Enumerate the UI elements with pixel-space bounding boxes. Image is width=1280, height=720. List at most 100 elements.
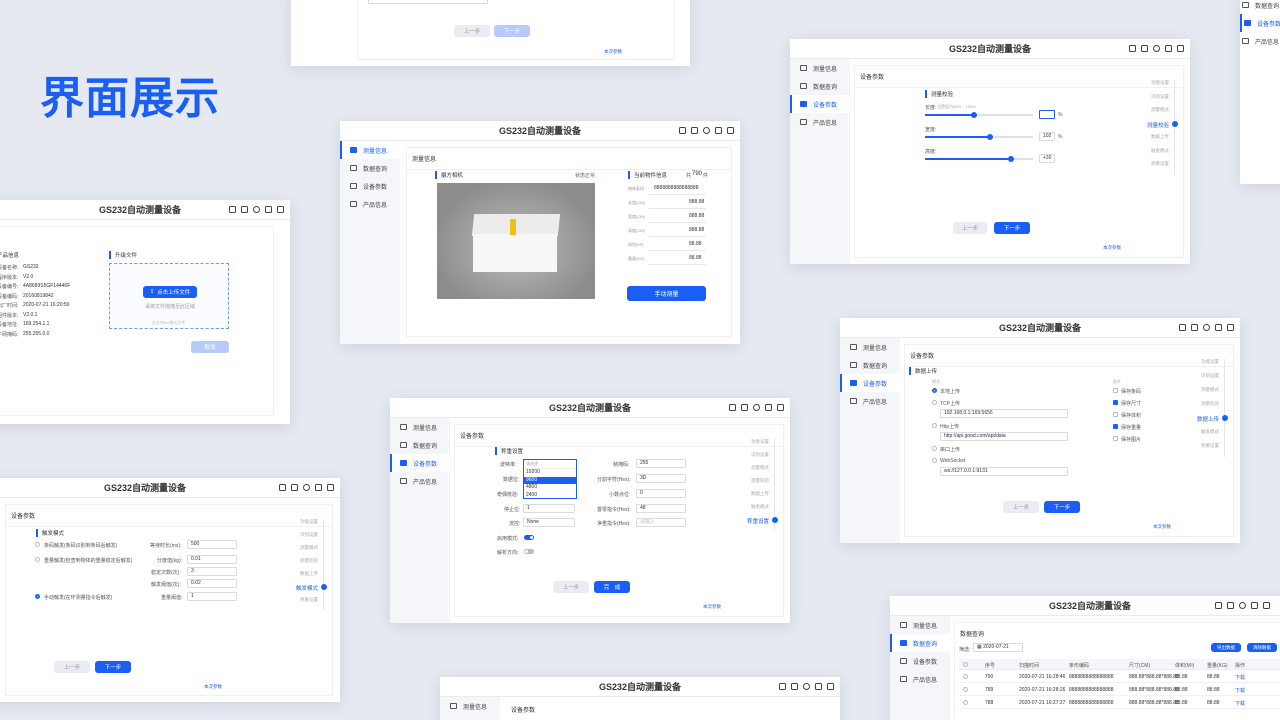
step-item[interactable]: 数据上传 <box>1197 415 1219 423</box>
document-icon[interactable] <box>229 206 236 213</box>
exit-icon[interactable] <box>777 404 784 411</box>
nav-query[interactable]: 数据查询 <box>390 436 450 454</box>
nav-params[interactable]: 设备参数 <box>340 177 400 195</box>
home-icon[interactable] <box>791 683 798 690</box>
upload-dropzone[interactable]: ⇪ 点击上传文件 请将文件拖拽至此区域 仅支持bin格式文件 <box>109 263 229 329</box>
gear-icon[interactable] <box>703 127 710 134</box>
prev-button[interactable]: 上一步 <box>454 25 490 37</box>
home-icon[interactable] <box>691 127 698 134</box>
document-icon[interactable] <box>679 127 686 134</box>
fullscreen-icon[interactable] <box>265 206 272 213</box>
nav-product[interactable]: 产品信息 <box>790 113 850 131</box>
nav-product[interactable]: 产品信息 <box>840 392 900 410</box>
flow-select[interactable]: None <box>523 518 575 527</box>
document-icon[interactable] <box>779 683 786 690</box>
nav-params[interactable]: 设备参数 <box>1240 14 1280 32</box>
slider-handle[interactable] <box>1008 156 1015 162</box>
manual-link[interactable]: 本次参数 <box>1153 524 1171 530</box>
exit-icon[interactable] <box>727 127 734 134</box>
step-item[interactable]: 触发模式 <box>1201 429 1219 435</box>
nav-measure[interactable]: 测量信息 <box>390 418 450 436</box>
option-checkbox[interactable] <box>1113 412 1118 417</box>
download-link[interactable]: 下载 <box>1235 687 1245 694</box>
step-item[interactable]: 测量校验 <box>1147 121 1169 129</box>
fullscreen-icon[interactable] <box>315 484 322 491</box>
serial-radio[interactable] <box>932 446 937 451</box>
width-slider[interactable] <box>925 134 1033 140</box>
manual-link[interactable]: 本次参数 <box>604 49 622 55</box>
step-item[interactable]: 测量模式 <box>300 545 318 551</box>
sep-input[interactable]: 3D <box>636 474 686 483</box>
parse-toggle[interactable] <box>524 549 534 554</box>
tcp-input[interactable]: 192.168.0.1:169:5656 <box>940 409 1068 418</box>
baud-dropdown[interactable]: 请选择 19200 9600 4800 2400 <box>523 459 577 499</box>
date-picker[interactable]: ▦ 2020-07-21 <box>973 643 1023 652</box>
document-icon[interactable] <box>1179 324 1186 331</box>
option-checkbox[interactable] <box>1113 436 1118 441</box>
step-item[interactable]: 数据上传 <box>1151 134 1169 140</box>
weight-threshold-input[interactable]: 1 <box>187 592 237 601</box>
step-item[interactable]: 数据上传 <box>300 571 318 577</box>
option-checkbox[interactable] <box>1113 388 1118 393</box>
home-icon[interactable] <box>1141 45 1148 52</box>
step-item[interactable]: 功能设置 <box>1201 359 1219 365</box>
fullscreen-icon[interactable] <box>715 127 722 134</box>
fullscreen-icon[interactable] <box>1215 324 1222 331</box>
decimal-input[interactable]: 0 <box>636 489 686 498</box>
nav-query[interactable]: 数据查询 <box>1240 0 1280 14</box>
step-item[interactable]: 测量模式 <box>1201 387 1219 393</box>
step-item[interactable]: 识别设置 <box>1201 373 1219 379</box>
prev-button[interactable]: 上一步 <box>553 581 589 593</box>
gear-icon[interactable] <box>253 206 260 213</box>
exit-icon[interactable] <box>277 206 284 213</box>
home-icon[interactable] <box>1191 324 1198 331</box>
step-item[interactable]: 称重设置 <box>1201 443 1219 449</box>
slider-handle[interactable] <box>986 134 993 140</box>
nav-params[interactable]: 设备参数 <box>890 652 950 670</box>
step-item[interactable]: 测量模式 <box>1151 107 1169 113</box>
nav-params[interactable]: 设备参数 <box>390 454 450 472</box>
http-radio[interactable] <box>932 423 937 428</box>
step-item[interactable]: 识别设置 <box>751 452 769 458</box>
nav-query[interactable]: 数据查询 <box>840 356 900 374</box>
http-input[interactable]: http://api.good.com/api/data <box>940 432 1068 441</box>
slider-handle[interactable] <box>970 112 977 118</box>
input-field[interactable] <box>368 0 488 4</box>
wait-input[interactable]: 500 <box>187 540 237 549</box>
nav-measure[interactable]: 测量信息 <box>840 338 900 356</box>
stopbits-select[interactable]: 1 <box>523 504 575 513</box>
zero-input[interactable]: 48 <box>636 504 686 513</box>
next-button[interactable]: 下一步 <box>994 222 1030 234</box>
step-item[interactable]: 触发模式 <box>1151 148 1169 154</box>
nav-product[interactable]: 产品信息 <box>1240 32 1280 50</box>
fullscreen-icon[interactable] <box>1165 45 1172 52</box>
step-item[interactable]: 触发模式 <box>751 504 769 510</box>
exit-icon[interactable] <box>1227 324 1234 331</box>
step-item[interactable]: 测量校验 <box>1201 401 1219 407</box>
nav-product[interactable]: 产品信息 <box>340 195 400 213</box>
document-icon[interactable] <box>1129 45 1136 52</box>
baud-option[interactable]: 19200 <box>524 469 576 477</box>
exit-icon[interactable] <box>1263 602 1270 609</box>
nav-product[interactable]: 产品信息 <box>390 472 450 490</box>
gear-icon[interactable] <box>1153 45 1160 52</box>
step-item[interactable]: 识别设置 <box>300 532 318 538</box>
download-link[interactable]: 下载 <box>1235 700 1245 707</box>
option-checkbox[interactable] <box>1113 424 1118 429</box>
cancel-button[interactable]: 取消 <box>191 341 229 353</box>
manual-trigger-radio[interactable] <box>35 594 40 599</box>
prev-button[interactable]: 上一步 <box>1003 501 1039 513</box>
next-button[interactable]: 下一步 <box>494 25 530 37</box>
select-all-radio[interactable] <box>963 662 968 667</box>
fullscreen-icon[interactable] <box>1251 602 1258 609</box>
exit-icon[interactable] <box>827 683 834 690</box>
step-item[interactable]: 触发模式 <box>296 584 318 592</box>
document-icon[interactable] <box>279 484 286 491</box>
barcode-trigger-radio[interactable] <box>35 542 40 547</box>
tcp-radio[interactable] <box>932 400 937 405</box>
height-slider[interactable] <box>925 156 1033 162</box>
gear-icon[interactable] <box>1239 602 1246 609</box>
exit-icon[interactable] <box>1177 45 1184 52</box>
next-button[interactable]: 下一步 <box>1044 501 1080 513</box>
manual-link[interactable]: 本次参数 <box>703 604 721 610</box>
